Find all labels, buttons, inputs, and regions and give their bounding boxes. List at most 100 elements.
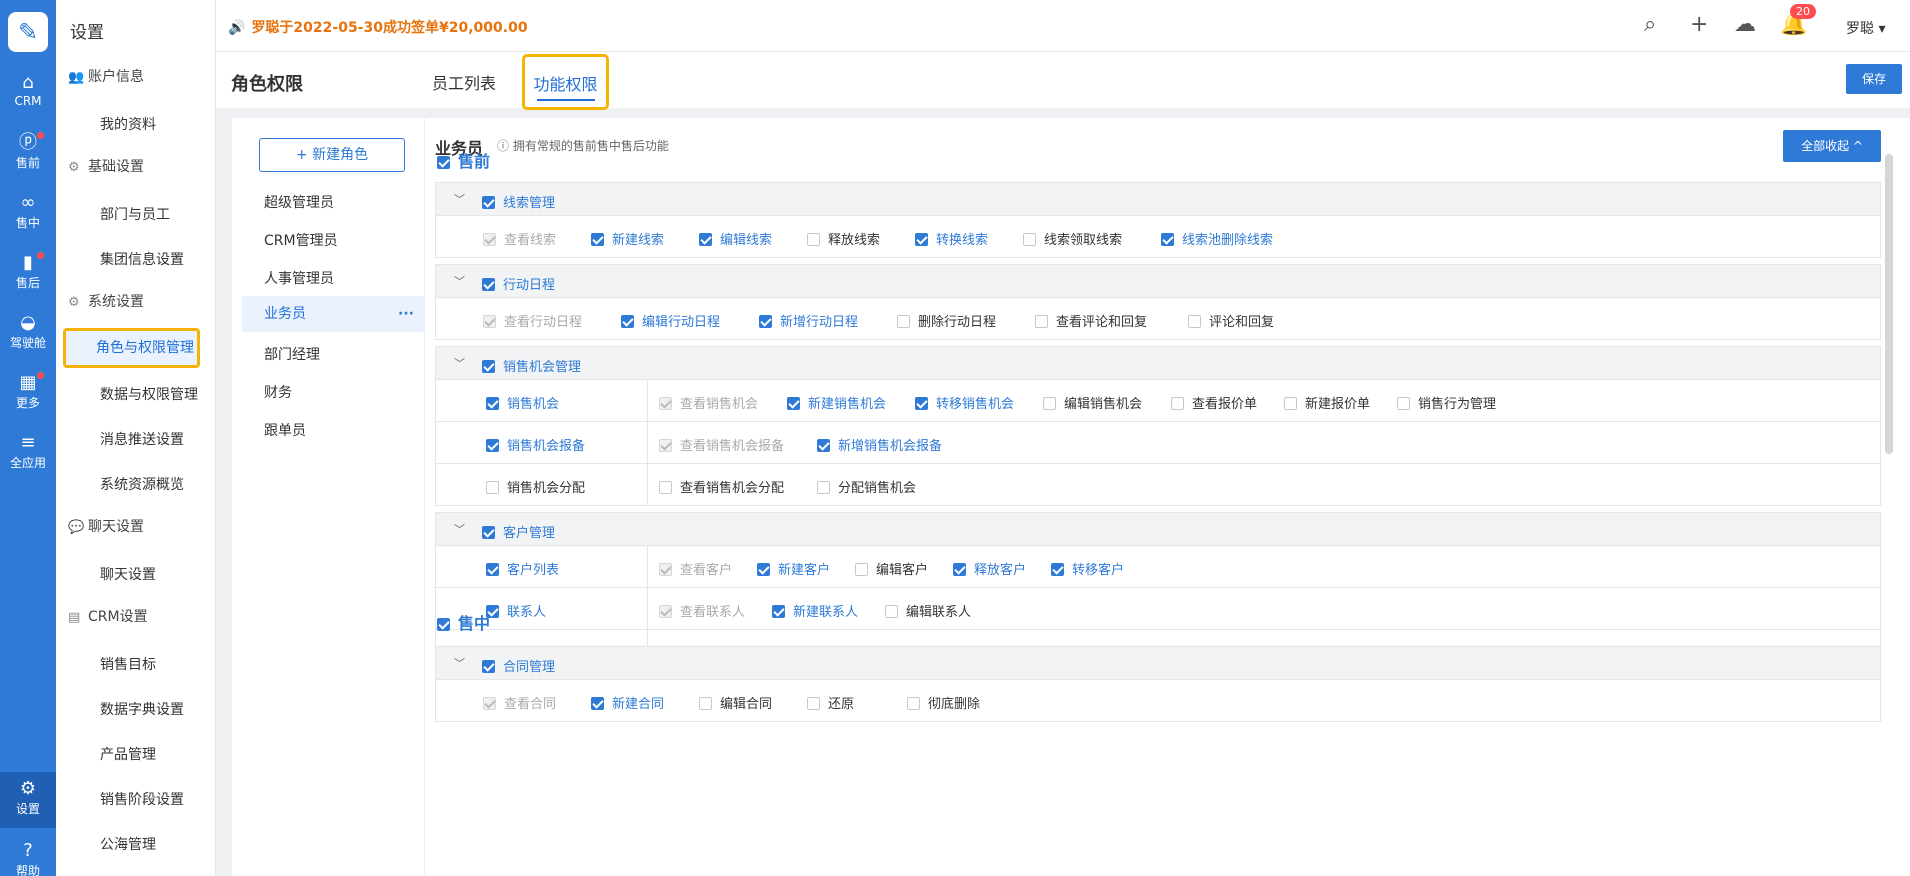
checkbox[interactable] bbox=[1188, 315, 1201, 328]
section-header[interactable]: 售前 bbox=[437, 148, 490, 172]
checkbox[interactable] bbox=[772, 605, 785, 618]
permission-option[interactable]: 查看销售机会分配 bbox=[659, 477, 784, 496]
menu-item-data-perm[interactable]: 数据与权限管理 bbox=[100, 384, 198, 404]
permission-option[interactable]: 编辑行动日程 bbox=[621, 311, 720, 330]
module-header[interactable]: ﹀ 行动日程 bbox=[435, 264, 1881, 298]
checkbox[interactable] bbox=[915, 397, 928, 410]
permission-option[interactable]: 新建线索 bbox=[591, 229, 664, 248]
checkbox[interactable] bbox=[1043, 397, 1056, 410]
group-system[interactable]: ⚙系统设置^ bbox=[68, 291, 144, 311]
role-item[interactable]: 人事管理员 bbox=[264, 268, 334, 288]
checkbox[interactable] bbox=[486, 563, 499, 576]
module-header[interactable]: ﹀ 销售机会管理 bbox=[435, 346, 1881, 380]
menu-item-roles[interactable]: 角色与权限管理 bbox=[63, 328, 200, 368]
permission-option[interactable]: 编辑销售机会 bbox=[1043, 393, 1142, 412]
checkbox[interactable] bbox=[1397, 397, 1410, 410]
role-item[interactable]: 财务 bbox=[264, 382, 292, 402]
rail-help[interactable]: ? 帮助 bbox=[0, 840, 56, 876]
rail-all-apps[interactable]: ≡ 全应用 bbox=[0, 432, 56, 471]
checkbox[interactable] bbox=[486, 439, 499, 452]
permission-option[interactable]: 转换线索 bbox=[915, 229, 988, 248]
checkbox[interactable] bbox=[907, 697, 920, 710]
permission-option[interactable]: 转移销售机会 bbox=[915, 393, 1014, 412]
chevron-down-icon[interactable]: ﹀ bbox=[454, 355, 465, 371]
checkbox[interactable] bbox=[659, 481, 672, 494]
checkbox[interactable] bbox=[1035, 315, 1048, 328]
permission-option[interactable]: 编辑联系人 bbox=[885, 601, 971, 620]
checkbox[interactable] bbox=[817, 481, 830, 494]
checkbox[interactable] bbox=[885, 605, 898, 618]
search-icon[interactable]: ⌕ bbox=[1644, 12, 1656, 37]
role-item[interactable]: 部门经理 bbox=[264, 344, 320, 364]
checkbox[interactable] bbox=[897, 315, 910, 328]
permission-option[interactable]: 新建联系人 bbox=[772, 601, 858, 620]
permission-option[interactable]: 分配销售机会 bbox=[817, 477, 916, 496]
new-role-button[interactable]: + 新建角色 bbox=[259, 138, 405, 172]
chevron-down-icon[interactable]: ﹀ bbox=[454, 655, 465, 671]
role-item-active[interactable]: 业务员 ··· bbox=[242, 296, 424, 332]
chevron-down-icon[interactable]: ﹀ bbox=[454, 273, 465, 289]
checkbox[interactable] bbox=[699, 233, 712, 246]
collapse-all-button[interactable]: 全部收起 ^ bbox=[1783, 130, 1881, 162]
rail-aftersale[interactable]: ▮ 售后 bbox=[0, 252, 56, 291]
checkbox[interactable] bbox=[437, 156, 450, 169]
group-chat[interactable]: 💬聊天设置^ bbox=[68, 516, 144, 536]
checkbox[interactable] bbox=[591, 697, 604, 710]
permission-option[interactable]: 查看评论和回复 bbox=[1035, 311, 1147, 330]
permission-option[interactable]: 新增行动日程 bbox=[759, 311, 858, 330]
chevron-down-icon[interactable]: ﹀ bbox=[454, 191, 465, 207]
checkbox[interactable] bbox=[855, 563, 868, 576]
module-header[interactable]: ﹀ 线索管理 bbox=[435, 182, 1881, 216]
checkbox[interactable] bbox=[486, 481, 499, 494]
permission-option[interactable]: 释放客户 bbox=[953, 559, 1026, 578]
row-label[interactable]: 客户列表 bbox=[436, 546, 648, 587]
checkbox[interactable] bbox=[437, 618, 450, 631]
cloud-download-icon[interactable]: ☁ bbox=[1734, 12, 1756, 37]
role-item[interactable]: 跟单员 bbox=[264, 420, 306, 440]
permission-option[interactable]: 转移客户 bbox=[1051, 559, 1124, 578]
module-header[interactable]: ﹀ 客户管理 bbox=[435, 512, 1881, 546]
checkbox[interactable] bbox=[953, 563, 966, 576]
checkbox[interactable] bbox=[1284, 397, 1297, 410]
checkbox[interactable] bbox=[1023, 233, 1036, 246]
rail-insale[interactable]: ∞ 售中 bbox=[0, 192, 56, 231]
permission-option[interactable]: 新增销售机会报备 bbox=[817, 435, 942, 454]
checkbox[interactable] bbox=[482, 360, 495, 373]
rail-settings[interactable]: ⚙ 设置 bbox=[0, 772, 56, 828]
menu-item-stage[interactable]: 销售阶段设置 bbox=[100, 789, 184, 809]
row-label[interactable]: 销售机会报备 bbox=[436, 422, 648, 463]
more-icon[interactable]: ··· bbox=[398, 296, 414, 332]
checkbox[interactable] bbox=[757, 563, 770, 576]
menu-item-seas[interactable]: 公海管理 bbox=[100, 834, 156, 854]
panel-scrollbar[interactable] bbox=[1885, 154, 1893, 454]
chevron-down-icon[interactable]: ﹀ bbox=[454, 521, 465, 537]
rail-crm[interactable]: ⌂ CRM bbox=[0, 72, 56, 108]
checkbox[interactable] bbox=[482, 526, 495, 539]
checkbox[interactable] bbox=[807, 233, 820, 246]
checkbox[interactable] bbox=[486, 397, 499, 410]
role-item[interactable]: CRM管理员 bbox=[264, 230, 338, 250]
permission-option[interactable]: 查看报价单 bbox=[1171, 393, 1257, 412]
menu-item-dept[interactable]: 部门与员工 bbox=[100, 204, 170, 224]
checkbox[interactable] bbox=[1161, 233, 1174, 246]
checkbox[interactable] bbox=[817, 439, 830, 452]
permission-option[interactable]: 新建客户 bbox=[757, 559, 830, 578]
permission-option[interactable]: 彻底删除 bbox=[907, 693, 980, 712]
save-button[interactable]: 保存 bbox=[1846, 64, 1902, 94]
permission-option[interactable]: 评论和回复 bbox=[1188, 311, 1274, 330]
checkbox[interactable] bbox=[591, 233, 604, 246]
menu-item-chat[interactable]: 聊天设置 bbox=[100, 564, 156, 584]
rail-presale[interactable]: ⓟ 售前 bbox=[0, 132, 56, 171]
user-menu[interactable]: 罗聪 ▾ bbox=[1846, 18, 1885, 38]
checkbox[interactable] bbox=[759, 315, 772, 328]
menu-item-group-info[interactable]: 集团信息设置 bbox=[100, 249, 184, 269]
module-header[interactable]: ﹀ 合同管理 bbox=[435, 646, 1881, 680]
checkbox[interactable] bbox=[621, 315, 634, 328]
tab-staff-list[interactable]: 员工列表 bbox=[432, 70, 496, 94]
group-account[interactable]: 👥账户信息^ bbox=[68, 66, 144, 86]
permission-option[interactable]: 编辑合同 bbox=[699, 693, 772, 712]
app-logo[interactable]: ✎ bbox=[8, 12, 48, 52]
permission-option[interactable]: 新建销售机会 bbox=[787, 393, 886, 412]
permission-option[interactable]: 线索池删除线索 bbox=[1161, 229, 1273, 248]
checkbox[interactable] bbox=[1051, 563, 1064, 576]
